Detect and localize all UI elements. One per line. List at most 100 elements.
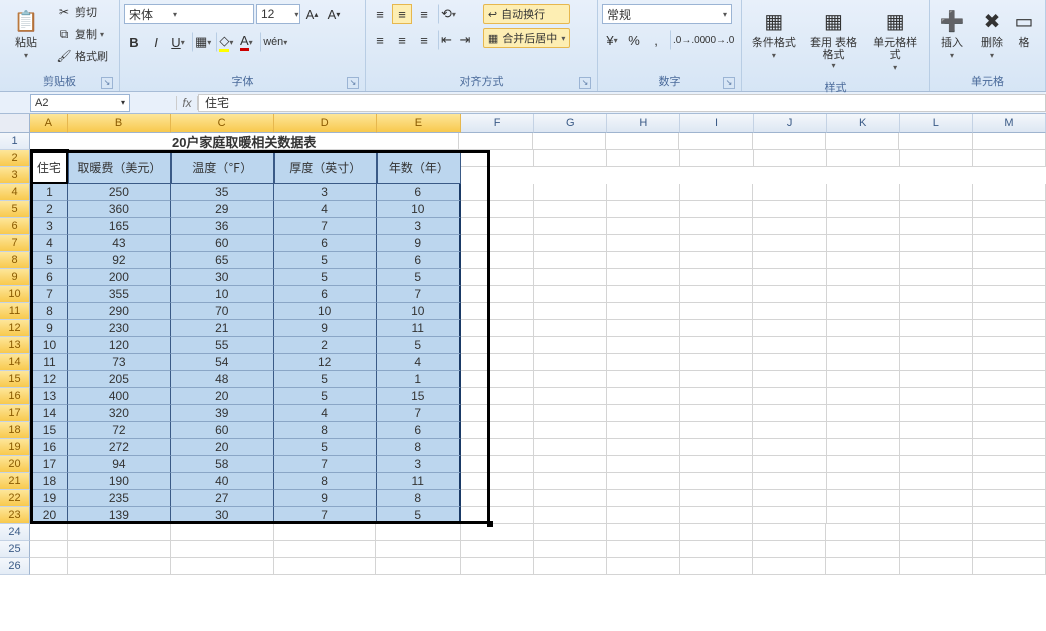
cell-D18[interactable]: 8 [274, 422, 377, 439]
cell-M12[interactable] [973, 320, 1046, 337]
cell-H22[interactable] [607, 490, 680, 507]
cell-I18[interactable] [680, 422, 753, 439]
align-center-button[interactable]: ≡ [392, 30, 412, 50]
increase-indent-button[interactable]: ⇥ [455, 30, 475, 50]
cell-C6[interactable]: 36 [171, 218, 274, 235]
merge-center-button[interactable]: ▦合并后居中▾ [483, 28, 570, 48]
cell-H4[interactable] [607, 184, 680, 201]
column-header-L[interactable]: L [900, 114, 973, 133]
cell-styles-button[interactable]: ▦单元格样式▾ [865, 2, 925, 77]
cell-J11[interactable] [753, 303, 826, 320]
cell-B20[interactable]: 94 [68, 456, 171, 473]
cell-H14[interactable] [607, 354, 680, 371]
cell-J2[interactable] [754, 150, 827, 167]
cell-C10[interactable]: 10 [171, 286, 274, 303]
cell-H13[interactable] [607, 337, 680, 354]
cell-E15[interactable]: 1 [377, 371, 461, 388]
fill-color-button[interactable]: ◇▾ [216, 32, 234, 52]
cell-K23[interactable] [827, 507, 900, 524]
row-header-22[interactable]: 22 [0, 490, 30, 507]
cell-H15[interactable] [607, 371, 680, 388]
cell-F4[interactable] [461, 184, 534, 201]
cell-G13[interactable] [534, 337, 607, 354]
cell-C16[interactable]: 20 [171, 388, 274, 405]
cell-K4[interactable] [827, 184, 900, 201]
cell-F13[interactable] [461, 337, 534, 354]
row-header-13[interactable]: 13 [0, 337, 30, 354]
cell-E9[interactable]: 5 [377, 269, 461, 286]
cell-F2[interactable] [461, 150, 534, 167]
cell-B24[interactable] [68, 524, 171, 541]
cell-F6[interactable] [461, 218, 534, 235]
cell-J16[interactable] [753, 388, 826, 405]
column-header-B[interactable]: B [68, 114, 171, 133]
cell-L26[interactable] [900, 558, 973, 575]
cell-J21[interactable] [753, 473, 826, 490]
cell-J26[interactable] [753, 558, 826, 575]
cell-E19[interactable]: 8 [377, 439, 461, 456]
cell-I17[interactable] [680, 405, 753, 422]
align-top-button[interactable]: ≡ [370, 4, 390, 24]
cell-H26[interactable] [607, 558, 680, 575]
cell-L6[interactable] [900, 218, 973, 235]
cell-M7[interactable] [973, 235, 1046, 252]
cell-G2[interactable] [534, 150, 607, 167]
increase-decimal-button[interactable]: .0→.00 [670, 30, 706, 50]
cell-F21[interactable] [461, 473, 534, 490]
cell-J18[interactable] [753, 422, 826, 439]
cell-K25[interactable] [826, 541, 899, 558]
cell-C8[interactable]: 65 [171, 252, 274, 269]
currency-button[interactable]: ¥▾ [602, 30, 622, 50]
align-middle-button[interactable]: ≡ [392, 4, 412, 24]
cell-C20[interactable]: 58 [171, 456, 274, 473]
select-all-corner[interactable] [0, 114, 30, 133]
cell-L23[interactable] [900, 507, 973, 524]
cell-D16[interactable]: 5 [274, 388, 377, 405]
cell-K8[interactable] [827, 252, 900, 269]
column-header-D[interactable]: D [274, 114, 377, 133]
cell-G11[interactable] [534, 303, 607, 320]
cell-G20[interactable] [534, 456, 607, 473]
cell-A15[interactable]: 12 [30, 371, 68, 388]
cell-L21[interactable] [900, 473, 973, 490]
cell-H12[interactable] [607, 320, 680, 337]
cell-M20[interactable] [973, 456, 1046, 473]
cell-I4[interactable] [680, 184, 753, 201]
cell-D19[interactable]: 5 [274, 439, 377, 456]
cell-L10[interactable] [900, 286, 973, 303]
orientation-button[interactable]: ⟲▾ [438, 4, 457, 24]
cell-I6[interactable] [680, 218, 753, 235]
cell-G24[interactable] [534, 524, 607, 541]
cell-D4[interactable]: 3 [274, 184, 377, 201]
cell-M9[interactable] [973, 269, 1046, 286]
align-left-button[interactable]: ≡ [370, 30, 390, 50]
cell-H25[interactable] [607, 541, 680, 558]
wrap-text-button[interactable]: ↩自动换行 [483, 4, 570, 24]
cell-K10[interactable] [827, 286, 900, 303]
cell-E21[interactable]: 11 [377, 473, 461, 490]
cell-G7[interactable] [534, 235, 607, 252]
cell-D13[interactable]: 2 [274, 337, 377, 354]
cell-F23[interactable] [461, 507, 534, 524]
cell-L8[interactable] [900, 252, 973, 269]
border-button[interactable]: ▦▾ [192, 32, 212, 52]
cell-J22[interactable] [753, 490, 826, 507]
cell-M25[interactable] [973, 541, 1046, 558]
cell-H11[interactable] [607, 303, 680, 320]
decrease-decimal-button[interactable]: .00→.0 [708, 30, 728, 50]
cell-L1[interactable] [899, 133, 972, 150]
cell-E11[interactable]: 10 [377, 303, 461, 320]
cell-H10[interactable] [607, 286, 680, 303]
cell-F15[interactable] [461, 371, 534, 388]
cell-A24[interactable] [30, 524, 68, 541]
cell-C11[interactable]: 70 [171, 303, 274, 320]
cell-K18[interactable] [827, 422, 900, 439]
cell-B11[interactable]: 290 [68, 303, 171, 320]
cell-C25[interactable] [171, 541, 274, 558]
cell-A8[interactable]: 5 [30, 252, 68, 269]
cell-F25[interactable] [461, 541, 534, 558]
cell-E16[interactable]: 15 [377, 388, 461, 405]
cell-D8[interactable]: 5 [274, 252, 377, 269]
cell-B19[interactable]: 272 [68, 439, 171, 456]
cell-E14[interactable]: 4 [377, 354, 461, 371]
